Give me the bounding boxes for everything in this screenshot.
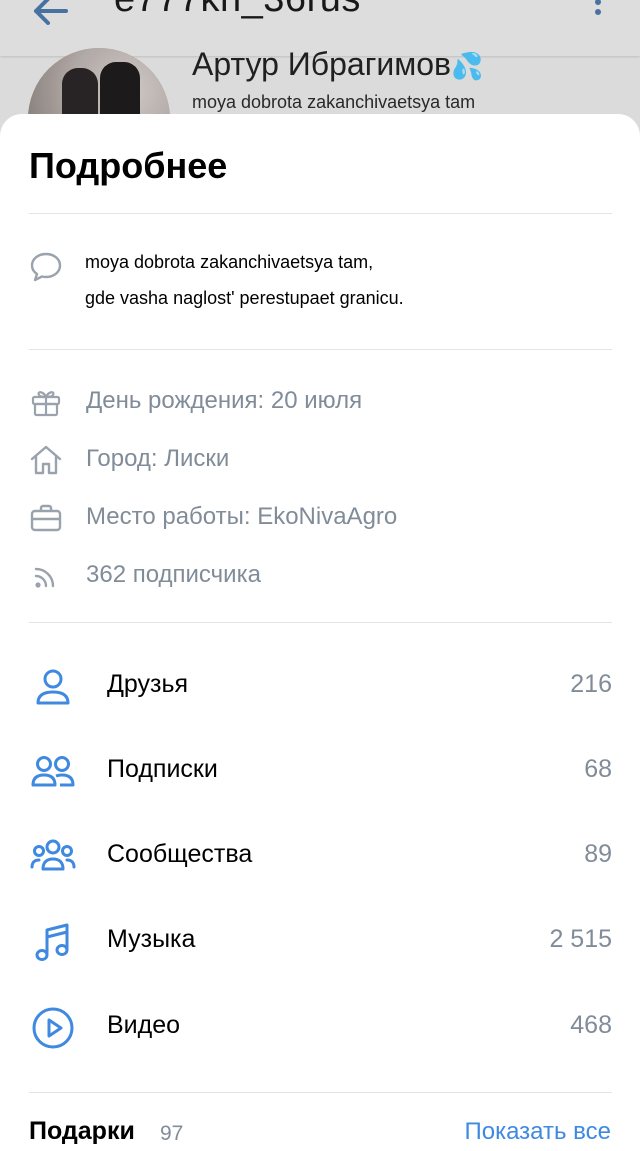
gifts-count: 97 [160,1122,184,1145]
user-icon [36,669,70,705]
counter-row-video[interactable]: Видео 468 [29,996,612,1060]
divider [29,1092,612,1093]
music-note-icon [35,923,69,961]
info-row-birthday: День рождения: 20 июля [29,381,612,421]
counter-row-music[interactable]: Музыка 2 515 [29,910,612,974]
communities-count: 89 [584,840,612,868]
info-row-city: Город: Лиски [29,439,612,479]
divider [29,622,612,623]
subscriptions-label: Подписки [107,755,218,783]
music-label: Музыка [107,925,196,953]
show-all-gifts-link[interactable]: Показать все [464,1118,611,1146]
details-sheet: Подробнее moya dobrota zakanchivaetsya t… [0,114,640,1151]
status-text-line-1: moya dobrota zakanchivaetsya tam, [85,252,374,272]
city-text: Город: Лиски [86,445,230,472]
gift-icon [31,391,61,417]
subscriptions-count: 68 [584,755,612,783]
info-row-followers: 362 подписчика [29,555,612,595]
music-count: 2 515 [549,925,612,953]
communities-icon [30,839,76,871]
work-text: Место работы: EkoNivaAgro [86,503,398,530]
status-block: moya dobrota zakanchivaetsya tam, gde va… [29,245,612,317]
speech-bubble-icon [30,252,62,282]
gifts-heading: Подарки [29,1117,135,1145]
rss-icon [34,567,55,588]
sheet-title: Подробнее [29,145,228,186]
users-icon [31,756,75,787]
followers-text: 362 подписчика [86,561,261,588]
video-label: Видео [107,1011,181,1039]
info-row-work: Место работы: EkoNivaAgro [29,497,612,537]
divider [29,213,612,214]
birthday-text: День рождения: 20 июля [86,387,363,414]
home-icon [30,445,62,475]
counter-row-subscriptions[interactable]: Подписки 68 [29,740,612,804]
briefcase-icon [30,504,62,532]
video-count: 468 [570,1011,612,1039]
video-play-icon [32,1007,74,1049]
status-text-line-2: gde vasha naglost' perestupaet granicu. [85,288,404,308]
communities-label: Сообщества [107,840,253,868]
counter-row-friends[interactable]: Друзья 216 [29,655,612,719]
friends-label: Друзья [107,670,189,698]
divider [29,349,612,350]
friends-count: 216 [570,670,612,698]
counter-row-communities[interactable]: Сообщества 89 [29,825,612,889]
